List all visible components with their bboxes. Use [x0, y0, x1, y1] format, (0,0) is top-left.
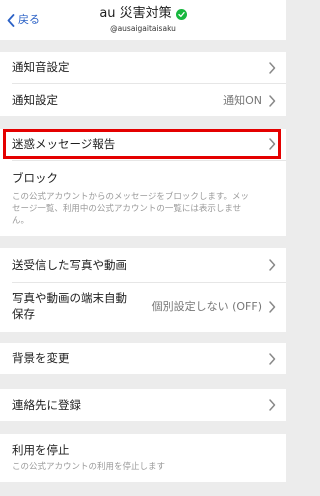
chevron-right-icon — [269, 301, 276, 313]
auto-save-value: 個別設定しない (OFF) — [151, 300, 262, 313]
chevron-right-icon — [269, 138, 276, 150]
verified-check-icon — [175, 8, 187, 20]
chevron-right-icon — [269, 399, 276, 411]
row-label: 通知設定 — [12, 93, 58, 107]
stop-description: この公式アカウントの利用を停止します — [12, 462, 166, 472]
row-notification-settings[interactable]: 通知設定 通知ON — [0, 84, 286, 116]
row-change-background[interactable]: 背景を変更 — [0, 343, 286, 374]
row-notification-sound[interactable]: 通知音設定 — [0, 52, 286, 83]
row-label: 送受信した写真や動画 — [12, 258, 127, 272]
row-label: ブロック — [12, 171, 58, 185]
row-label: 迷惑メッセージ報告 — [12, 137, 116, 151]
block-description: この公式アカウントからのメッセージをブロックします。メッ セージ一覧、利用中の公… — [12, 191, 274, 227]
row-label: 背景を変更 — [12, 351, 70, 365]
notification-section: 通知音設定 通知設定 通知ON — [0, 52, 286, 116]
row-sent-media[interactable]: 送受信した写真や動画 — [0, 248, 286, 282]
row-label: 写真や動画の端末自動 — [12, 291, 127, 305]
header-bar: 戻る au 災害対策 @ausaigaitaisaku — [0, 0, 286, 40]
row-label: 通知音設定 — [12, 60, 70, 74]
row-label: 保存 — [12, 307, 35, 321]
page-title: au 災害対策 — [99, 6, 172, 21]
background-section: 背景を変更 — [0, 343, 286, 374]
row-label: 利用を停止 — [12, 443, 70, 457]
account-handle: @ausaigaitaisaku — [110, 24, 176, 33]
chevron-right-icon — [269, 62, 276, 74]
row-block[interactable]: ブロック この公式アカウントからのメッセージをブロックします。メッ セージ一覧、… — [0, 161, 286, 236]
chevron-right-icon — [269, 353, 276, 365]
desc-line: この公式アカウントからのメッセージをブロックします。メッ — [12, 192, 249, 202]
title-row: au 災害対策 — [0, 6, 286, 22]
report-block-section: 迷惑メッセージ報告 ブロック この公式アカウントからのメッセージをブロックします… — [0, 129, 286, 236]
media-section: 送受信した写真や動画 写真や動画の端末自動 保存 個別設定しない (OFF) — [0, 248, 286, 332]
notification-value: 通知ON — [223, 94, 262, 107]
row-auto-save[interactable]: 写真や動画の端末自動 保存 個別設定しない (OFF) — [0, 283, 286, 332]
chevron-right-icon — [269, 95, 276, 107]
contact-section: 連絡先に登録 — [0, 389, 286, 421]
row-report-spam[interactable]: 迷惑メッセージ報告 — [0, 129, 286, 159]
desc-line: ん。 — [12, 216, 30, 226]
row-add-contact[interactable]: 連絡先に登録 — [0, 389, 286, 421]
desc-line: セージ一覧、利用中の公式アカウントの一覧には表示しませ — [12, 204, 242, 214]
chevron-right-icon — [269, 259, 276, 271]
row-stop-using[interactable]: 利用を停止 この公式アカウントの利用を停止します — [0, 434, 286, 482]
row-label: 連絡先に登録 — [12, 398, 81, 412]
stop-section: 利用を停止 この公式アカウントの利用を停止します — [0, 434, 286, 482]
